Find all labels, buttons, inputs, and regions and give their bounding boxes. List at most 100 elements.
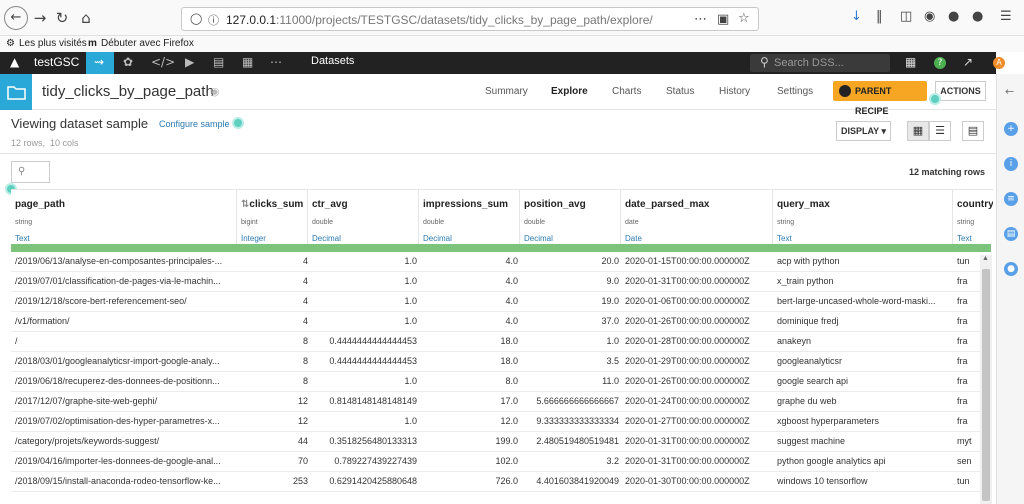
help-icon[interactable]: ? xyxy=(934,57,946,69)
dashboard-icon[interactable]: ▤ xyxy=(213,55,224,69)
table-row[interactable]: /2018/09/15/install-anaconda-rodeo-tenso… xyxy=(11,472,980,492)
table-cell[interactable]: 3.5 xyxy=(524,356,619,366)
table-cell[interactable]: /category/projets/keywords-suggest/ xyxy=(15,436,235,446)
table-cell[interactable]: fra xyxy=(957,316,979,326)
scrollbar-thumb[interactable] xyxy=(982,269,990,501)
table-view-icon[interactable]: ▦ xyxy=(907,121,929,141)
table-cell[interactable]: 2020-01-28T00:00:00.000000Z xyxy=(625,336,771,346)
table-row[interactable]: /2019/06/18/recuperez-des-donnees-de-pos… xyxy=(11,372,980,392)
table-cell[interactable]: fra xyxy=(957,336,979,346)
table-cell[interactable]: sen xyxy=(957,456,979,466)
table-cell[interactable]: suggest machine xyxy=(777,436,952,446)
table-cell[interactable]: 4.0 xyxy=(423,296,518,306)
bookmark-most-visited[interactable]: Les plus visités xyxy=(19,38,87,49)
nav-datasets[interactable]: Datasets xyxy=(311,55,354,67)
table-cell[interactable]: 18.0 xyxy=(423,336,518,346)
table-cell[interactable]: 1.0 xyxy=(312,296,417,306)
table-cell[interactable]: 8 xyxy=(241,376,308,386)
project-name[interactable]: testGSC xyxy=(34,55,79,69)
table-cell[interactable]: fra xyxy=(957,356,979,366)
table-cell[interactable]: 18.0 xyxy=(423,356,518,366)
table-cell[interactable]: 70 xyxy=(241,456,308,466)
table-cell[interactable]: fra xyxy=(957,416,979,426)
table-cell[interactable]: fra xyxy=(957,276,979,286)
table-cell[interactable]: /2017/12/07/graphe-site-web-gephi/ xyxy=(15,396,235,406)
table-cell[interactable]: google search api xyxy=(777,376,952,386)
filter-input[interactable]: ⚲ xyxy=(11,161,50,183)
table-row[interactable]: /2019/07/02/optimisation-des-hyper-param… xyxy=(11,412,980,432)
table-cell[interactable]: 199.0 xyxy=(423,436,518,446)
table-cell[interactable]: 102.0 xyxy=(423,456,518,466)
table-cell[interactable]: anakeyn xyxy=(777,336,952,346)
sidebar-icon[interactable]: ◫ xyxy=(900,9,912,24)
table-cell[interactable]: 12 xyxy=(241,416,308,426)
table-cell[interactable]: 8.0 xyxy=(423,376,518,386)
home-icon[interactable]: ⌂ xyxy=(76,8,96,28)
table-cell[interactable]: /2019/07/02/optimisation-des-hyper-param… xyxy=(15,416,235,426)
dataset-title[interactable]: tidy_clicks_by_page_path xyxy=(42,83,214,100)
table-cell[interactable]: 0.4444444444444453 xyxy=(312,356,417,366)
table-cell[interactable]: python google analytics api xyxy=(777,456,952,466)
back-arrow-icon[interactable]: ← xyxy=(4,6,28,30)
table-row[interactable]: /v1/formation/4 1.0 4.0 37.0 2020-01-26T00:0… xyxy=(11,312,980,332)
table-cell[interactable]: 2.480519480519481 xyxy=(524,436,619,446)
table-cell[interactable]: /2019/06/18/recuperez-des-donnees-de-pos… xyxy=(15,376,235,386)
table-row[interactable]: /2019/07/01/classification-de-pages-via-… xyxy=(11,272,980,292)
more-dots-icon[interactable]: ⋯ xyxy=(694,12,707,27)
star-icon[interactable]: ☆ xyxy=(738,11,750,26)
table-cell[interactable]: /2018/09/15/install-anaconda-rodeo-tenso… xyxy=(15,476,235,486)
table-cell[interactable]: 4 xyxy=(241,316,308,326)
table-cell[interactable]: dominique fredj xyxy=(777,316,952,326)
table-cell[interactable]: 2020-01-24T00:00:00.000000Z xyxy=(625,396,771,406)
extension-icon-2[interactable]: ● xyxy=(972,9,983,24)
collapse-arrow-icon[interactable]: ← xyxy=(1005,85,1014,98)
table-cell[interactable]: 19.0 xyxy=(524,296,619,306)
table-cell[interactable]: 11.0 xyxy=(524,376,619,386)
table-cell[interactable]: 4 xyxy=(241,256,308,266)
account-icon[interactable]: ◉ xyxy=(924,9,935,24)
tab-history[interactable]: History xyxy=(719,86,750,97)
table-cell[interactable]: 2020-01-30T00:00:00.000000Z xyxy=(625,476,771,486)
table-cell[interactable]: 12.0 xyxy=(423,416,518,426)
tab-status[interactable]: Status xyxy=(666,86,694,97)
info-circle-icon[interactable]: i xyxy=(1004,157,1018,171)
table-cell[interactable]: 0.789227439227439 xyxy=(312,456,417,466)
table-cell[interactable]: graphe du web xyxy=(777,396,952,406)
tab-summary[interactable]: Summary xyxy=(485,86,528,97)
table-cell[interactable]: 17.0 xyxy=(423,396,518,406)
table-cell[interactable]: 2020-01-29T00:00:00.000000Z xyxy=(625,356,771,366)
chat-icon[interactable]: ● xyxy=(1004,262,1018,276)
table-cell[interactable]: 2020-01-27T00:00:00.000000Z xyxy=(625,416,771,426)
download-icon[interactable]: ↓ xyxy=(851,9,862,24)
table-cell[interactable]: fra xyxy=(957,396,979,406)
column-header-country[interactable]: country_ string Text xyxy=(953,189,993,249)
parent-recipe-button[interactable]: PARENT RECIPE xyxy=(833,81,927,116)
table-cell[interactable]: 2020-01-31T00:00:00.000000Z xyxy=(625,276,771,286)
table-cell[interactable]: 5.666666666666667 xyxy=(524,396,619,406)
bookmark-get-started[interactable]: Débuter avec Firefox xyxy=(101,38,194,49)
table-cell[interactable]: windows 10 tensorflow xyxy=(777,476,952,486)
table-cell[interactable]: 1.0 xyxy=(312,256,417,266)
column-header-position-avg[interactable]: position_avg double Decimal xyxy=(520,189,621,249)
list-icon[interactable]: ≡ xyxy=(1004,192,1018,206)
url-bar[interactable]: ◯ ⓘ 127.0.0.1:11000/projects/TESTGSC/dat… xyxy=(181,7,759,31)
table-cell[interactable]: 44 xyxy=(241,436,308,446)
table-cell[interactable]: xgboost hyperparameters xyxy=(777,416,952,426)
table-row[interactable]: /2018/03/01/googleanalyticsr-import-goog… xyxy=(11,352,980,372)
table-cell[interactable]: /v1/formation/ xyxy=(15,316,235,326)
table-cell[interactable]: 8 xyxy=(241,356,308,366)
activity-icon[interactable]: ↗ xyxy=(963,55,973,69)
doc-icon[interactable]: ▤ xyxy=(1004,227,1018,241)
column-header-impressions-sum[interactable]: impressions_sum double Decimal xyxy=(419,189,520,249)
table-cell[interactable]: 726.0 xyxy=(423,476,518,486)
table-cell[interactable]: 4 xyxy=(241,276,308,286)
table-cell[interactable]: 1.0 xyxy=(312,416,417,426)
vertical-scrollbar[interactable]: ▲ xyxy=(980,255,992,504)
tab-explore[interactable]: Explore xyxy=(551,86,588,97)
reload-icon[interactable]: ↻ xyxy=(52,8,72,28)
table-cell[interactable]: /2018/03/01/googleanalyticsr-import-goog… xyxy=(15,356,235,366)
table-cell[interactable]: 2020-01-31T00:00:00.000000Z xyxy=(625,456,771,466)
library-icon[interactable]: ‖ xyxy=(876,9,883,24)
column-header-clicks-sum[interactable]: ⇅clicks_sum bigint Integer xyxy=(237,189,308,249)
table-cell[interactable]: tun xyxy=(957,476,979,486)
